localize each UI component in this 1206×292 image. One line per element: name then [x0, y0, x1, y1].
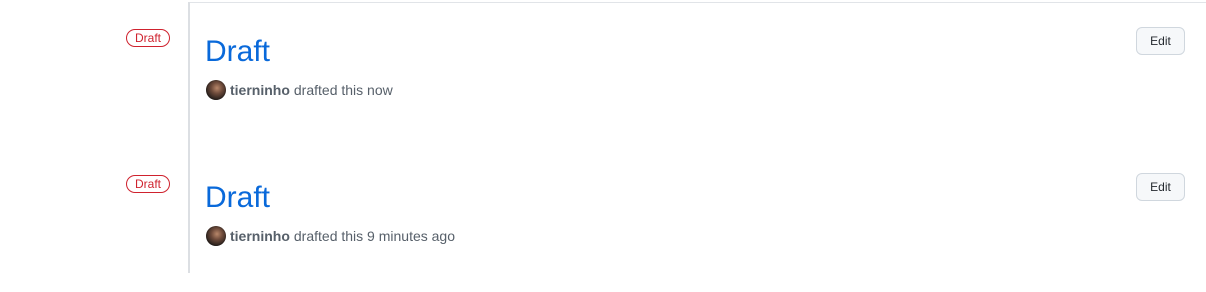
- avatar[interactable]: [206, 80, 226, 100]
- edit-button[interactable]: Edit: [1136, 27, 1185, 55]
- draft-badge: Draft: [126, 29, 170, 47]
- avatar[interactable]: [206, 226, 226, 246]
- release-title-link[interactable]: Draft: [205, 33, 270, 71]
- draft-badge: Draft: [126, 175, 170, 193]
- author-link[interactable]: tierninho: [230, 82, 290, 98]
- release-title-link[interactable]: Draft: [205, 179, 270, 217]
- release-meta: tierninho drafted this 9 minutes ago: [206, 226, 455, 246]
- release-action-text: drafted this now: [293, 82, 393, 98]
- release-meta: tierninho drafted this now: [206, 80, 393, 100]
- release-entry: Draft Draft tierninho drafted this 9 min…: [0, 146, 1206, 292]
- release-action-text: drafted this 9 minutes ago: [293, 228, 455, 244]
- release-entry: Draft Draft tierninho drafted this now E…: [0, 0, 1206, 146]
- author-link[interactable]: tierninho: [230, 228, 290, 244]
- edit-button[interactable]: Edit: [1136, 173, 1185, 201]
